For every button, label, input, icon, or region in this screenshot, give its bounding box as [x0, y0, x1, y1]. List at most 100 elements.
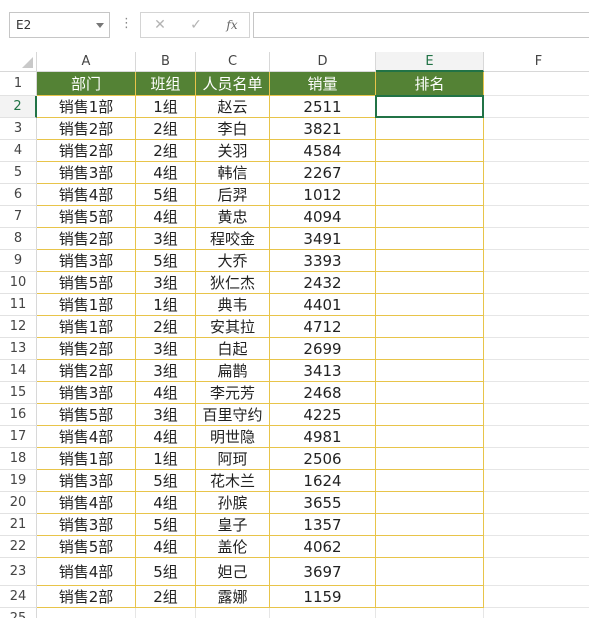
cell-C20[interactable]: 孙膑: [196, 492, 270, 514]
more-options-icon[interactable]: ⋮: [120, 14, 133, 36]
cell-B25[interactable]: [136, 608, 196, 618]
cell-E22[interactable]: [376, 536, 484, 558]
cell-A16[interactable]: 销售5部: [37, 404, 136, 426]
cell-C25[interactable]: [196, 608, 270, 618]
cell-D25[interactable]: [270, 608, 376, 618]
cell-F25[interactable]: [484, 608, 589, 618]
cell-E20[interactable]: [376, 492, 484, 514]
cell-C16[interactable]: 百里守约: [196, 404, 270, 426]
cell-A5[interactable]: 销售3部: [37, 162, 136, 184]
cell-C13[interactable]: 白起: [196, 338, 270, 360]
row-header-24[interactable]: 24: [0, 586, 37, 608]
cell-A19[interactable]: 销售3部: [37, 470, 136, 492]
row-header-12[interactable]: 12: [0, 316, 37, 338]
column-header-C[interactable]: C: [196, 52, 270, 72]
cell-D18[interactable]: 2506: [270, 448, 376, 470]
cell-F13[interactable]: [484, 338, 589, 360]
cell-B23[interactable]: 5组: [136, 558, 196, 586]
cell-D24[interactable]: 1159: [270, 586, 376, 608]
cell-F1[interactable]: [484, 72, 589, 96]
cell-A6[interactable]: 销售4部: [37, 184, 136, 206]
cell-C3[interactable]: 李白: [196, 118, 270, 140]
cell-E13[interactable]: [376, 338, 484, 360]
cell-E21[interactable]: [376, 514, 484, 536]
cell-F10[interactable]: [484, 272, 589, 294]
cell-D12[interactable]: 4712: [270, 316, 376, 338]
row-header-18[interactable]: 18: [0, 448, 37, 470]
worksheet-grid[interactable]: A B C D E F 1 2 3 4 5 6 7 8 9 10 11 12 13 14 15 16 17 18 19 20 21 2…: [0, 52, 589, 618]
cell-F9[interactable]: [484, 250, 589, 272]
cell-E9[interactable]: [376, 250, 484, 272]
cancel-icon[interactable]: ✕: [143, 13, 177, 37]
row-header-20[interactable]: 20: [0, 492, 37, 514]
cell-E2[interactable]: [376, 96, 484, 118]
cell-A3[interactable]: 销售2部: [37, 118, 136, 140]
cell-B21[interactable]: 5组: [136, 514, 196, 536]
column-header-B[interactable]: B: [136, 52, 196, 72]
cell-B17[interactable]: 4组: [136, 426, 196, 448]
cell-A12[interactable]: 销售1部: [37, 316, 136, 338]
cell-D2[interactable]: 2511: [270, 96, 376, 118]
cell-A4[interactable]: 销售2部: [37, 140, 136, 162]
cell-E16[interactable]: [376, 404, 484, 426]
cell-D22[interactable]: 4062: [270, 536, 376, 558]
cell-E17[interactable]: [376, 426, 484, 448]
cell-B2[interactable]: 1组: [136, 96, 196, 118]
cell-F24[interactable]: [484, 586, 589, 608]
cell-B8[interactable]: 3组: [136, 228, 196, 250]
cell-F20[interactable]: [484, 492, 589, 514]
row-header-21[interactable]: 21: [0, 514, 37, 536]
cell-C24[interactable]: 露娜: [196, 586, 270, 608]
row-header-5[interactable]: 5: [0, 162, 37, 184]
cell-D14[interactable]: 3413: [270, 360, 376, 382]
row-header-14[interactable]: 14: [0, 360, 37, 382]
column-header-A[interactable]: A: [37, 52, 136, 72]
cell-D6[interactable]: 1012: [270, 184, 376, 206]
cell-F11[interactable]: [484, 294, 589, 316]
cell-F6[interactable]: [484, 184, 589, 206]
cell-F16[interactable]: [484, 404, 589, 426]
cell-A24[interactable]: 销售2部: [37, 586, 136, 608]
cell-B15[interactable]: 4组: [136, 382, 196, 404]
cell-A22[interactable]: 销售5部: [37, 536, 136, 558]
cell-E15[interactable]: [376, 382, 484, 404]
cell-A18[interactable]: 销售1部: [37, 448, 136, 470]
cell-A20[interactable]: 销售4部: [37, 492, 136, 514]
cell-A7[interactable]: 销售5部: [37, 206, 136, 228]
cell-C2[interactable]: 赵云: [196, 96, 270, 118]
header-cell-E1[interactable]: 排名: [376, 72, 484, 96]
cell-A25[interactable]: [37, 608, 136, 618]
row-header-9[interactable]: 9: [0, 250, 37, 272]
cell-B7[interactable]: 4组: [136, 206, 196, 228]
row-header-3[interactable]: 3: [0, 118, 37, 140]
header-cell-C1[interactable]: 人员名单: [196, 72, 270, 96]
insert-function-icon[interactable]: fx: [215, 13, 249, 37]
row-header-10[interactable]: 10: [0, 272, 37, 294]
cell-C9[interactable]: 大乔: [196, 250, 270, 272]
cell-D21[interactable]: 1357: [270, 514, 376, 536]
cell-C4[interactable]: 关羽: [196, 140, 270, 162]
cell-B6[interactable]: 5组: [136, 184, 196, 206]
cell-D16[interactable]: 4225: [270, 404, 376, 426]
name-box[interactable]: E2: [9, 12, 110, 38]
cell-A13[interactable]: 销售2部: [37, 338, 136, 360]
cell-A2[interactable]: 销售1部: [37, 96, 136, 118]
cell-E8[interactable]: [376, 228, 484, 250]
cell-F7[interactable]: [484, 206, 589, 228]
formula-input[interactable]: [253, 12, 589, 38]
cell-C21[interactable]: 皇子: [196, 514, 270, 536]
cell-D19[interactable]: 1624: [270, 470, 376, 492]
cell-B22[interactable]: 4组: [136, 536, 196, 558]
cell-E12[interactable]: [376, 316, 484, 338]
cell-F18[interactable]: [484, 448, 589, 470]
cell-D3[interactable]: 3821: [270, 118, 376, 140]
cell-F8[interactable]: [484, 228, 589, 250]
cell-F3[interactable]: [484, 118, 589, 140]
row-header-19[interactable]: 19: [0, 470, 37, 492]
cell-D15[interactable]: 2468: [270, 382, 376, 404]
row-header-11[interactable]: 11: [0, 294, 37, 316]
cell-F14[interactable]: [484, 360, 589, 382]
cell-B4[interactable]: 2组: [136, 140, 196, 162]
cell-B13[interactable]: 3组: [136, 338, 196, 360]
cell-E11[interactable]: [376, 294, 484, 316]
